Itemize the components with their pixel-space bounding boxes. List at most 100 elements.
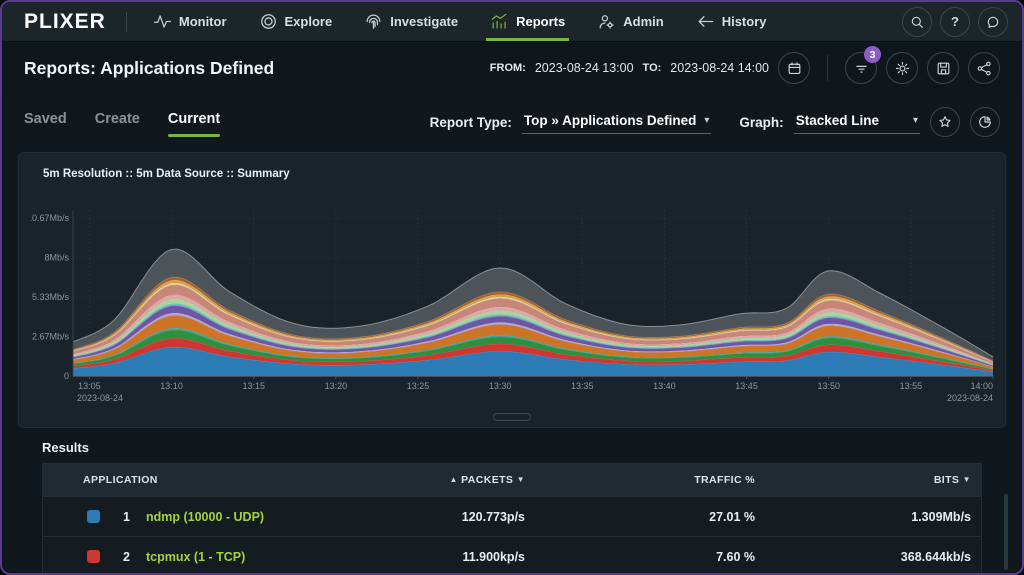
tabs-row: Saved Create Current Report Type: Top » …	[2, 94, 1022, 150]
monitor-icon	[153, 12, 172, 31]
svg-text:13:40: 13:40	[653, 381, 676, 391]
svg-text:13:10: 13:10	[160, 381, 183, 391]
column-bits[interactable]: BITS ▼	[755, 474, 971, 486]
nav-item-admin[interactable]: Admin	[597, 2, 663, 41]
series-color-swatch	[87, 550, 100, 563]
svg-text:13:55: 13:55	[900, 381, 923, 391]
nav-item-investigate[interactable]: Investigate	[364, 2, 458, 41]
reports-icon	[490, 12, 509, 31]
application-link[interactable]: tcpmux (1 - TCP)	[146, 550, 365, 564]
bits-value: 368.644kb/s	[755, 550, 971, 564]
from-label: FROM:	[490, 62, 526, 74]
table-row[interactable]: 1 ndmp (10000 - UDP) 120.773p/s 27.01 % …	[43, 496, 981, 536]
to-value[interactable]: 2023-08-24 14:00	[670, 61, 769, 75]
admin-icon	[597, 12, 616, 31]
save-icon	[935, 60, 952, 77]
app-window: PLIXER Monitor Explore Investigate Repor…	[0, 0, 1024, 575]
tab-current[interactable]: Current	[168, 105, 220, 139]
calendar-icon	[786, 60, 803, 77]
header-divider	[827, 55, 828, 81]
results-table: APPLICATION ▲ PACKETS ▼ TRAFFIC % BITS ▼…	[42, 463, 982, 575]
svg-text:2.67Mb/s: 2.67Mb/s	[32, 331, 70, 341]
graph-style-button[interactable]	[970, 107, 1000, 137]
column-menu-icon[interactable]: ▼	[963, 475, 971, 484]
chevron-down-icon: ▾	[913, 115, 918, 126]
graph-value: Stacked Line	[796, 113, 879, 128]
filter-button[interactable]: 3	[845, 52, 877, 84]
report-type-select[interactable]: Top » Applications Defined ▾	[522, 111, 712, 134]
column-packets-label: PACKETS	[461, 474, 513, 486]
help-button[interactable]: ?	[940, 7, 970, 37]
svg-text:13:45: 13:45	[735, 381, 758, 391]
stacked-area-chart[interactable]: 10.67Mb/s8Mb/s5.33Mb/s2.67Mb/s013:0513:1…	[31, 193, 999, 407]
svg-text:13:50: 13:50	[817, 381, 840, 391]
settings-button[interactable]	[886, 52, 918, 84]
graph-label: Graph:	[739, 115, 783, 130]
application-link[interactable]: ndmp (10000 - UDP)	[146, 510, 365, 524]
nav-item-label: History	[722, 14, 767, 29]
series-color-swatch	[87, 510, 100, 523]
nav-item-explore[interactable]: Explore	[259, 2, 333, 41]
svg-text:2023-08-24: 2023-08-24	[77, 393, 123, 403]
packets-value: 11.900kp/s	[365, 550, 525, 564]
column-menu-icon[interactable]: ▼	[517, 475, 525, 484]
nav-item-reports[interactable]: Reports	[490, 2, 565, 41]
chart-title: 5m Resolution :: 5m Data Source :: Summa…	[43, 168, 290, 180]
from-value[interactable]: 2023-08-24 13:00	[535, 61, 634, 75]
chevron-down-icon: ▾	[704, 115, 709, 126]
nav-items: Monitor Explore Investigate Reports Admi…	[153, 2, 767, 41]
table-row[interactable]: 2 tcpmux (1 - TCP) 11.900kp/s 7.60 % 368…	[43, 536, 981, 575]
nav-item-monitor[interactable]: Monitor	[153, 2, 227, 41]
column-application[interactable]: APPLICATION	[43, 474, 365, 486]
top-nav: PLIXER Monitor Explore Investigate Repor…	[2, 2, 1022, 42]
search-icon	[909, 14, 925, 30]
svg-text:13:35: 13:35	[571, 381, 594, 391]
graph-style-icon	[977, 114, 993, 130]
header-actions: FROM: 2023-08-24 13:00 TO: 2023-08-24 14…	[490, 52, 1000, 84]
nav-item-label: Reports	[516, 14, 565, 29]
column-bits-label: BITS	[934, 474, 960, 486]
favorite-button[interactable]	[930, 107, 960, 137]
nav-item-label: Explore	[285, 14, 333, 29]
chart-scroll-handle[interactable]	[493, 413, 531, 421]
results-title: Results	[42, 440, 982, 455]
graph-select[interactable]: Stacked Line ▾	[794, 111, 920, 134]
page-title: Reports: Applications Defined	[24, 58, 274, 79]
svg-text:0: 0	[64, 371, 69, 381]
table-scrollbar[interactable]	[1004, 494, 1008, 570]
calendar-button[interactable]	[778, 52, 810, 84]
svg-text:8Mb/s: 8Mb/s	[44, 253, 69, 263]
report-type-label: Report Type:	[430, 115, 512, 130]
plixer-logo: PLIXER	[24, 10, 106, 34]
column-packets[interactable]: ▲ PACKETS ▼	[365, 474, 525, 486]
tab-saved[interactable]: Saved	[24, 105, 67, 139]
gear-icon	[894, 60, 911, 77]
share-button[interactable]	[968, 52, 1000, 84]
row-rank: 1	[116, 510, 130, 524]
column-traffic[interactable]: TRAFFIC %	[525, 474, 755, 486]
share-icon	[976, 60, 993, 77]
report-controls: Report Type: Top » Applications Defined …	[430, 107, 1000, 137]
bits-value: 1.309Mb/s	[755, 510, 971, 524]
svg-text:13:25: 13:25	[407, 381, 430, 391]
tab-create[interactable]: Create	[95, 105, 140, 139]
nav-item-history[interactable]: History	[696, 2, 767, 41]
to-label: TO:	[643, 62, 662, 74]
svg-text:14:00: 14:00	[970, 381, 993, 391]
report-tabs: Saved Create Current	[24, 105, 220, 139]
history-arrow-icon	[696, 12, 715, 31]
traffic-value: 7.60 %	[525, 550, 755, 564]
svg-text:13:15: 13:15	[242, 381, 265, 391]
save-button[interactable]	[927, 52, 959, 84]
nav-item-label: Investigate	[390, 14, 458, 29]
filter-icon	[853, 60, 870, 77]
report-type-value: Top » Applications Defined	[524, 113, 697, 128]
svg-text:2023-08-24: 2023-08-24	[947, 393, 993, 403]
svg-text:5.33Mb/s: 5.33Mb/s	[32, 292, 70, 302]
feedback-button[interactable]	[978, 7, 1008, 37]
feedback-icon	[985, 14, 1001, 30]
nav-item-label: Monitor	[179, 14, 227, 29]
table-header-row: APPLICATION ▲ PACKETS ▼ TRAFFIC % BITS ▼	[43, 464, 981, 496]
search-button[interactable]	[902, 7, 932, 37]
investigate-icon	[364, 12, 383, 31]
